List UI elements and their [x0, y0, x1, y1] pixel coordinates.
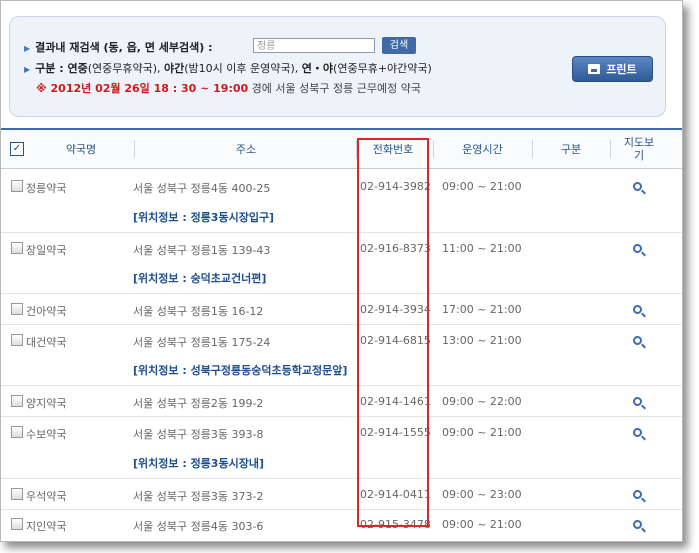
- search-label: 결과내 재검색 (동, 읍, 면 세부검색) :: [35, 41, 213, 54]
- pharmacy-hours: 17:00 ~ 21:00: [442, 303, 522, 316]
- search-box: ▶ 결과내 재검색 (동, 읍, 면 세부검색) : 정릉 검색 ▶ 구분 : 연중…: [9, 16, 666, 117]
- legend-year-round: 연중: [67, 62, 88, 75]
- legend-both: 연・야: [301, 62, 334, 75]
- map-search-icon[interactable]: [633, 244, 642, 253]
- legend-both-desc: (연중무휴+야간약국): [333, 62, 432, 75]
- printer-icon: [588, 64, 601, 74]
- pharmacy-address: 서울 성북구 정릉1동 175-24: [133, 336, 271, 349]
- legend-prefix: 구분 :: [35, 62, 68, 75]
- legend-year-round-desc: (연중무휴약국),: [87, 62, 165, 75]
- row-checkbox[interactable]: [11, 488, 23, 500]
- pharmacy-hours: 09:00 ~ 21:00: [442, 518, 522, 531]
- row-checkbox[interactable]: [11, 426, 23, 438]
- row-checkbox[interactable]: [11, 242, 23, 254]
- table-row: 대건약국 서울 성북구 정릉1동 175-24 02-914-6815 13:0…: [1, 325, 682, 386]
- row-checkbox[interactable]: [11, 518, 23, 530]
- pharmacy-hours: 09:00 ~ 21:00: [442, 426, 522, 439]
- table-row: 건아약국 서울 성북구 정릉1동 16-12 02-914-3934 17:00…: [1, 294, 682, 325]
- pharmacy-name[interactable]: 우석약국: [26, 488, 66, 504]
- pharmacy-hours: 09:00 ~ 23:00: [442, 488, 522, 501]
- row-checkbox[interactable]: [11, 303, 23, 315]
- print-button[interactable]: 프린트: [572, 56, 653, 82]
- phone-column-highlight: [357, 138, 429, 527]
- header-address: 주소: [235, 142, 257, 156]
- location-info: [위치정보 : 숭덕초교건너편]: [133, 272, 267, 285]
- header-type: 구분: [560, 142, 582, 156]
- pharmacy-name[interactable]: 지인약국: [26, 518, 66, 534]
- row-checkbox[interactable]: [11, 334, 23, 346]
- pharmacy-address: 서울 성북구 정릉3동 393-8: [133, 428, 264, 441]
- triangle-bullet-icon: ▶: [24, 44, 31, 53]
- legend-line: ▶ 구분 : 연중(연중무휴약국), 야간(밤10시 이후 운영약국), 연・야(…: [24, 60, 432, 76]
- pharmacy-name[interactable]: 장일약국: [26, 242, 66, 258]
- pharmacy-name[interactable]: 정릉약국: [26, 180, 66, 196]
- table-row: 장일약국 서울 성북구 정릉1동 139-43 02-916-8373 11:0…: [1, 233, 682, 294]
- pharmacy-address: 서울 성북구 정릉1동 16-12: [133, 305, 264, 318]
- date-description: 경에 서울 성북구 정릉 근무예정 약국: [248, 82, 421, 95]
- table-row: 지인약국 서울 성북구 정릉4동 303-6 02-915-3478 09:00…: [1, 510, 682, 540]
- table-header: ✓ 약국명 주소 전화번호 운영시간 구분 지도보기: [1, 128, 682, 169]
- location-info: [위치정보 : 정릉3동시장내]: [133, 457, 264, 470]
- header-divider: [610, 140, 611, 158]
- print-button-label: 프린트: [606, 63, 637, 76]
- pharmacy-address: 서울 성북구 정릉4동 400-25: [133, 182, 271, 195]
- location-info: [위치정보 : 정릉3동시장입구]: [133, 211, 275, 224]
- map-search-icon[interactable]: [633, 428, 642, 437]
- pharmacy-address: 서울 성북구 정릉3동 373-2: [133, 490, 264, 503]
- pharmacy-hours: 09:00 ~ 22:00: [442, 395, 522, 408]
- search-input[interactable]: 정릉: [253, 38, 375, 53]
- table-row: 수보약국 서울 성북구 정릉3동 393-8 02-914-1555 09:00…: [1, 417, 682, 479]
- date-range: ※ 2012년 02월 26일 18 : 30 ~ 19:00: [36, 82, 249, 95]
- location-info: [위치정보 : 성북구정릉동숭덕초등학교정문앞]: [133, 364, 348, 377]
- date-line: ※ 2012년 02월 26일 18 : 30 ~ 19:00 경에 서울 성북…: [36, 80, 421, 96]
- row-checkbox[interactable]: [11, 180, 23, 192]
- torn-edge-bottom: [1, 537, 682, 541]
- pharmacy-name[interactable]: 수보약국: [26, 426, 66, 442]
- table-row: 우석약국 서울 성북구 정릉3동 373-2 02-914-0411 09:00…: [1, 479, 682, 510]
- legend-night-desc: (밤10시 이후 운영약국),: [184, 62, 302, 75]
- pharmacy-hours: 13:00 ~ 21:00: [442, 334, 522, 347]
- legend-night: 야간: [164, 62, 185, 75]
- map-search-icon[interactable]: [633, 490, 642, 499]
- pharmacy-address: 서울 성북구 정릉1동 139-43: [133, 244, 271, 257]
- pharmacy-name[interactable]: 양지약국: [26, 395, 66, 411]
- header-divider: [134, 140, 135, 158]
- header-map: 지도보기: [623, 136, 655, 162]
- map-search-icon[interactable]: [633, 520, 642, 529]
- select-all-checkbox[interactable]: ✓: [10, 142, 24, 156]
- header-name: 약국명: [65, 142, 97, 156]
- pharmacy-address: 서울 성북구 정릉4동 303-6: [133, 520, 264, 533]
- pharmacy-name[interactable]: 건아약국: [26, 303, 66, 319]
- pharmacy-name[interactable]: 대건약국: [26, 334, 66, 350]
- row-checkbox[interactable]: [11, 395, 23, 407]
- map-search-icon[interactable]: [633, 336, 642, 345]
- map-search-icon[interactable]: [633, 305, 642, 314]
- pharmacy-hours: 09:00 ~ 21:00: [442, 180, 522, 193]
- table-row: 정릉약국 서울 성북구 정릉4동 400-25 02-914-3982 09:0…: [1, 168, 682, 233]
- table-row: 양지약국 서울 성북구 정릉2동 199-2 02-914-1461 09:00…: [1, 386, 682, 417]
- map-search-icon[interactable]: [633, 182, 642, 191]
- map-search-icon[interactable]: [633, 397, 642, 406]
- pharmacy-hours: 11:00 ~ 21:00: [442, 242, 522, 255]
- search-label-line: ▶ 결과내 재검색 (동, 읍, 면 세부검색) :: [24, 39, 213, 55]
- pharmacy-search-panel: ▶ 결과내 재검색 (동, 읍, 면 세부검색) : 정릉 검색 ▶ 구분 : 연중…: [0, 0, 683, 542]
- search-button[interactable]: 검색: [382, 37, 416, 54]
- triangle-bullet-icon: ▶: [24, 65, 31, 74]
- pharmacy-address: 서울 성북구 정릉2동 199-2: [133, 397, 264, 410]
- header-hours: 운영시간: [462, 142, 503, 156]
